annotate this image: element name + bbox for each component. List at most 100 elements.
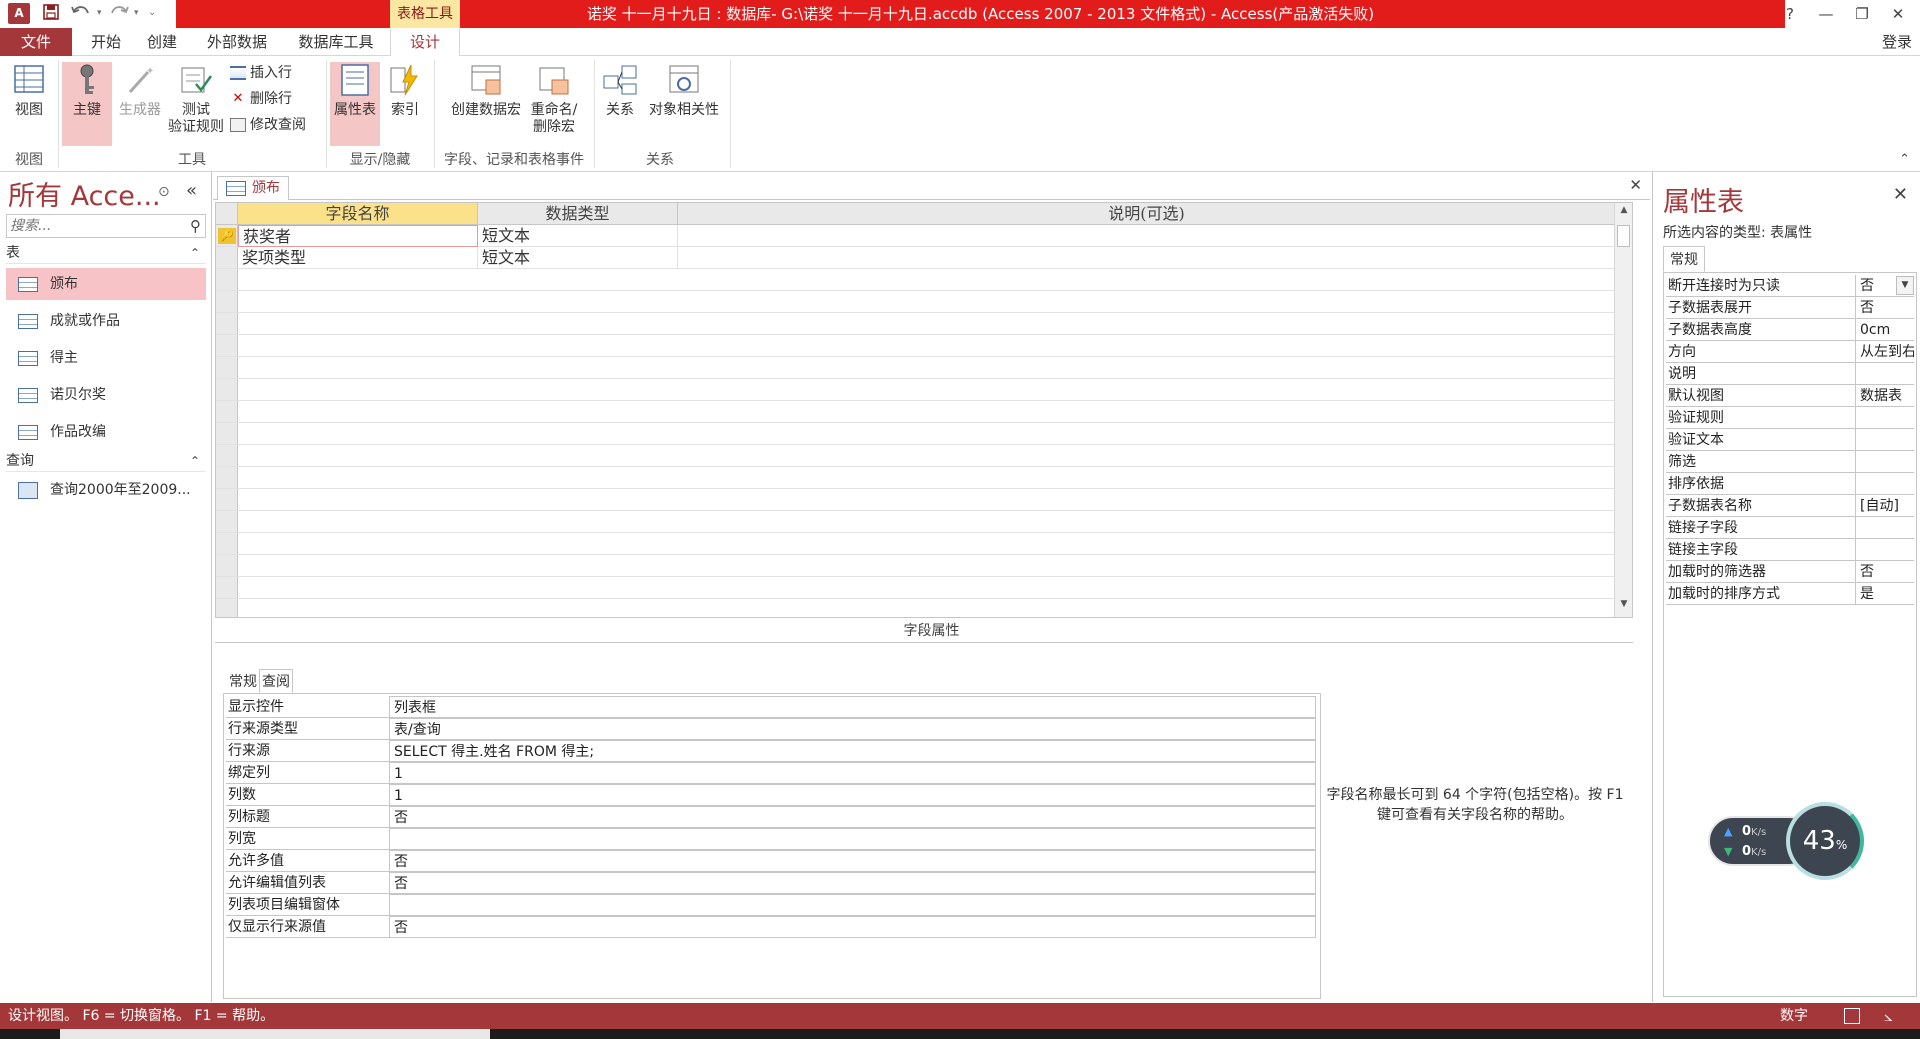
property-row[interactable]: 链接主字段 [1666, 539, 1914, 561]
tab-file[interactable]: 文件 [0, 28, 72, 56]
close-window-button[interactable]: ✕ [1882, 0, 1914, 28]
property-value[interactable]: 否 [390, 872, 1316, 894]
datasheet-view-icon[interactable]: ⦣ [1884, 1008, 1900, 1024]
undo-icon[interactable] [70, 3, 92, 25]
property-value[interactable] [1858, 517, 1914, 539]
property-row[interactable]: 加载时的排序方式是 [1666, 583, 1914, 605]
property-row[interactable]: 列标题否 [226, 806, 1316, 828]
property-row[interactable]: 断开连接时为只读否 ▼ [1666, 275, 1914, 297]
property-row[interactable]: 排序依据 [1666, 473, 1914, 495]
redo-icon[interactable] [108, 3, 130, 25]
rename-delete-macro-button[interactable]: 重命名/ 删除宏 [528, 62, 580, 146]
table-row[interactable]: 奖项类型 短文本 [216, 247, 1616, 269]
property-row[interactable]: 筛选 [1666, 451, 1914, 473]
nav-section-tables[interactable]: 表 ⌃ [6, 242, 206, 264]
property-row[interactable]: 说明 [1666, 363, 1914, 385]
scroll-up-icon[interactable]: ▲ [1615, 205, 1632, 221]
test-validation-rules-button[interactable]: 测试 验证规则 [166, 62, 226, 146]
field-name-cell[interactable]: 获奖者 [238, 225, 478, 247]
redo-dropdown-icon[interactable]: ▾ [134, 8, 139, 18]
property-row[interactable]: 列表项目编辑窗体 [226, 894, 1316, 916]
document-tab[interactable]: 颁布 [217, 176, 289, 200]
property-row[interactable]: 子数据表高度 0cm [1666, 319, 1914, 341]
tab-external-data[interactable]: 外部数据 [198, 28, 276, 56]
nav-item-table[interactable]: 诺贝尔奖 [6, 379, 206, 411]
close-document-icon[interactable]: ✕ [1629, 176, 1642, 194]
chevron-down-icon[interactable]: ▼ [1896, 276, 1914, 295]
tab-design[interactable]: 设计 [390, 28, 460, 57]
nav-item-table[interactable]: 成就或作品 [6, 305, 206, 337]
access-logo-icon[interactable]: A [8, 3, 30, 24]
property-row[interactable]: 行来源 SELECT 得主.姓名 FROM 得主; [226, 740, 1316, 762]
property-value[interactable]: 表/查询 [390, 718, 1316, 740]
empty-row[interactable] [216, 445, 1616, 467]
column-header-field-name[interactable]: 字段名称 [238, 203, 478, 225]
property-row[interactable]: 允许编辑值列表否 [226, 872, 1316, 894]
empty-row[interactable] [216, 313, 1616, 335]
empty-row[interactable] [216, 379, 1616, 401]
nav-item-query[interactable]: 查询2000年至2009... [6, 474, 206, 506]
property-sheet-button[interactable]: 属性表 [330, 62, 380, 146]
property-row[interactable]: 方向 从左到右 [1666, 341, 1914, 363]
empty-row[interactable] [216, 335, 1616, 357]
column-header-description[interactable]: 说明(可选) [678, 203, 1616, 225]
property-value[interactable]: 1 [390, 784, 1316, 806]
view-button[interactable]: 视图 [4, 62, 54, 146]
property-value[interactable]: 否 [1858, 297, 1914, 319]
property-value[interactable]: 否 [1858, 561, 1914, 583]
scroll-down-icon[interactable]: ▼ [1615, 599, 1632, 615]
collapse-nav-icon[interactable]: « [186, 180, 197, 201]
description-cell[interactable] [678, 225, 1616, 247]
help-button[interactable]: ? [1774, 0, 1806, 28]
nav-item-table[interactable]: 得主 [6, 342, 206, 374]
empty-row[interactable] [216, 599, 1616, 617]
property-row[interactable]: 绑定列 1 [226, 762, 1316, 784]
property-value[interactable]: 否 [390, 850, 1316, 872]
property-row[interactable]: 验证规则 [1666, 407, 1914, 429]
tab-general[interactable]: 常规 [227, 670, 259, 694]
search-icon[interactable]: ⚲ [190, 217, 201, 235]
nav-pane-title[interactable]: 所有 Acce... [8, 174, 161, 213]
restore-button[interactable]: ❐ [1846, 0, 1878, 28]
indexes-button[interactable]: 索引 [382, 62, 428, 146]
property-value[interactable]: 列表框 [390, 696, 1316, 718]
nav-section-queries[interactable]: 查询 ⌃ [6, 450, 206, 472]
nav-item-table[interactable]: 作品改编 [6, 416, 206, 448]
empty-row[interactable] [216, 423, 1616, 445]
property-value[interactable]: 1 [390, 762, 1316, 784]
tab-home[interactable]: 开始 [84, 28, 128, 56]
column-header-data-type[interactable]: 数据类型 [478, 203, 678, 225]
property-value[interactable]: 否 [390, 806, 1316, 828]
grid-vertical-scrollbar[interactable]: ▲ ▼ [1614, 203, 1632, 617]
nav-menu-dropdown-icon[interactable]: ⊙ [158, 184, 170, 200]
property-value[interactable] [390, 828, 1316, 850]
design-view-icon[interactable] [1844, 1008, 1860, 1024]
empty-row[interactable] [216, 533, 1616, 555]
field-name-cell[interactable]: 奖项类型 [238, 247, 478, 269]
primary-key-row-icon[interactable]: 🔑 [218, 228, 236, 244]
tab-database-tools[interactable]: 数据库工具 [290, 28, 382, 56]
property-row[interactable]: 列宽 [226, 828, 1316, 850]
empty-row[interactable] [216, 401, 1616, 423]
tab-general[interactable]: 常规 [1663, 246, 1705, 272]
property-value[interactable]: 0cm [1858, 319, 1914, 341]
empty-row[interactable] [216, 357, 1616, 379]
property-value[interactable] [1858, 539, 1914, 561]
property-row[interactable]: 验证文本 [1666, 429, 1914, 451]
empty-row[interactable] [216, 555, 1616, 577]
customize-qat-icon[interactable]: ⌄ [148, 7, 156, 18]
property-value[interactable] [390, 894, 1316, 916]
property-row[interactable]: 允许多值否 [226, 850, 1316, 872]
empty-row[interactable] [216, 467, 1616, 489]
save-icon[interactable] [42, 3, 60, 25]
nav-search-input[interactable] [7, 215, 177, 237]
data-type-cell[interactable]: 短文本 [478, 225, 678, 247]
create-data-macros-button[interactable]: 创建数据宏 [444, 62, 528, 146]
property-value[interactable] [1858, 407, 1914, 429]
data-type-cell[interactable]: 短文本 [478, 247, 678, 269]
primary-key-button[interactable]: 主键 [62, 62, 112, 146]
property-row[interactable]: 加载时的筛选器否 [1666, 561, 1914, 583]
table-row[interactable]: 🔑 获奖者 短文本 [216, 225, 1616, 247]
close-property-sheet-icon[interactable]: ✕ [1893, 184, 1908, 205]
property-value[interactable]: 从左到右 [1858, 341, 1914, 363]
